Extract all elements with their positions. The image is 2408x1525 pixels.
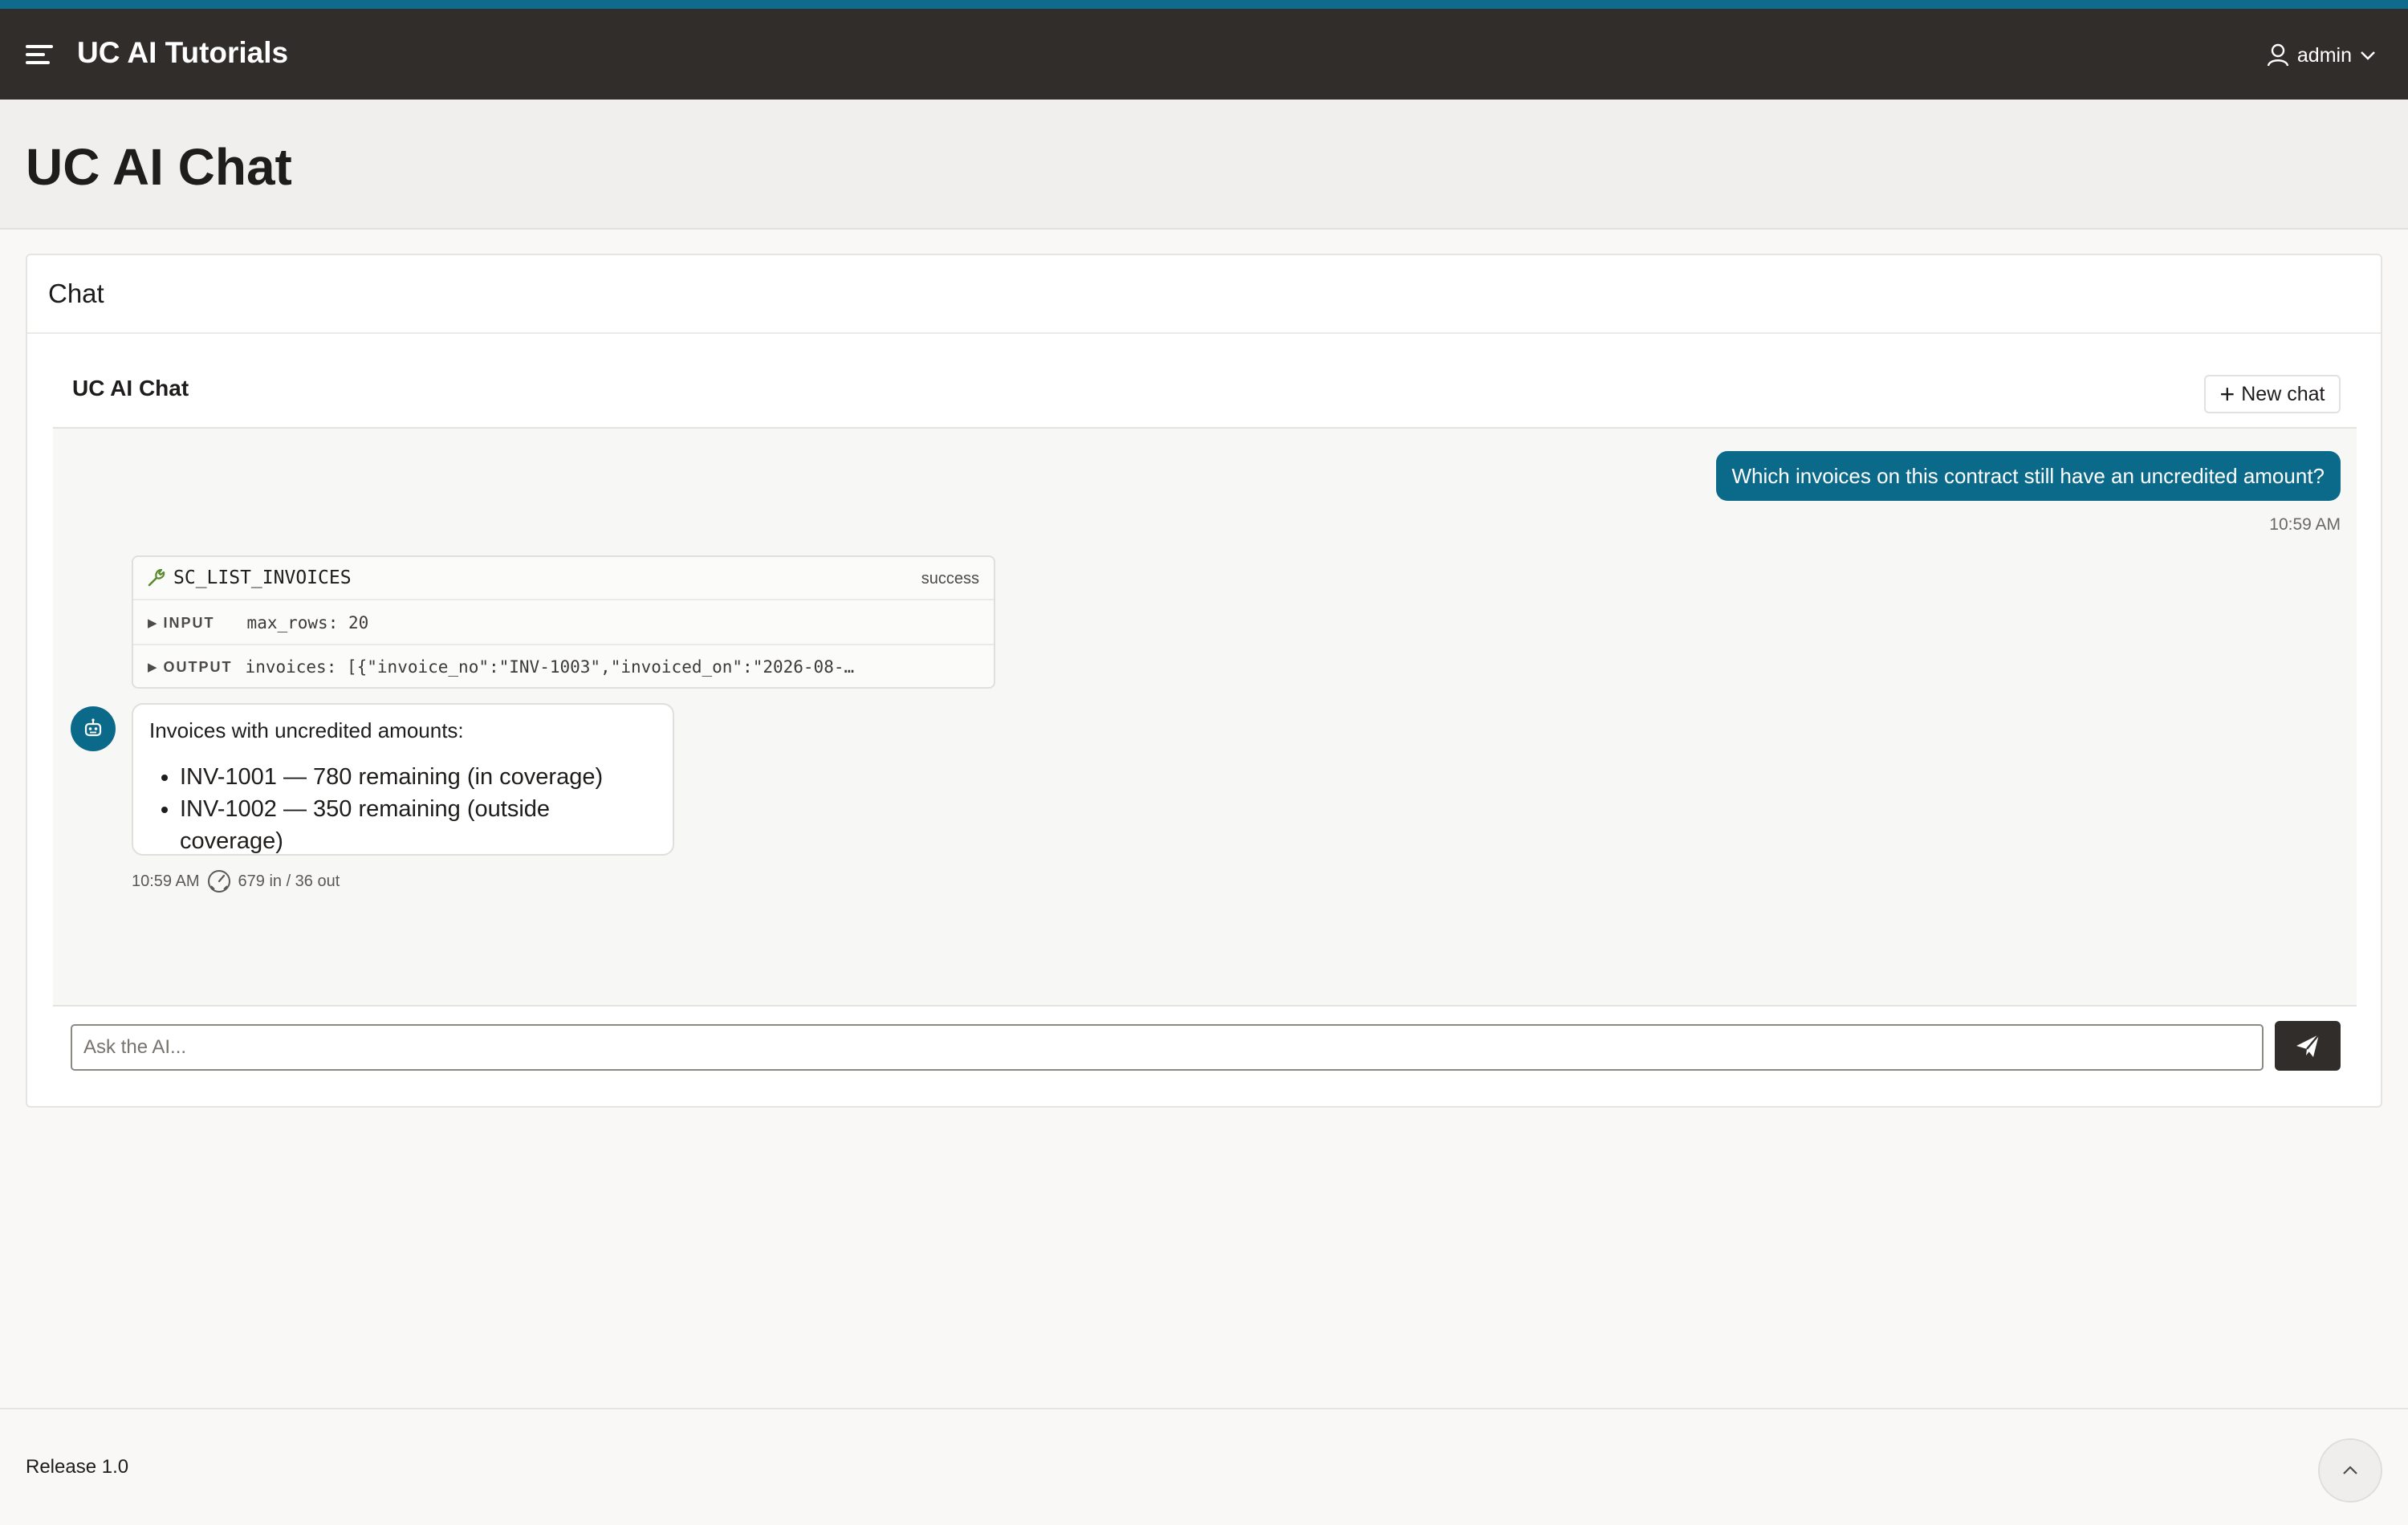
page-footer: Release 1.0: [0, 1408, 2408, 1525]
app-title[interactable]: UC AI Tutorials: [77, 33, 288, 73]
assistant-message: Invoices with uncredited amounts: INV-10…: [132, 703, 674, 856]
page-title-band: UC AI Chat: [0, 100, 2408, 230]
gauge-icon: [207, 870, 230, 893]
assistant-intro: Invoices with uncredited amounts:: [149, 718, 464, 742]
plus-icon: +: [2219, 380, 2235, 409]
page-title: UC AI Chat: [26, 138, 292, 196]
tool-name: SC_LIST_INVOICES: [173, 567, 352, 588]
card-header: Chat: [27, 255, 2381, 334]
card-title: Chat: [48, 279, 104, 308]
chat-title: UC AI Chat: [72, 376, 189, 401]
brand-stripe: [0, 0, 2408, 9]
new-chat-label: New chat: [2241, 382, 2325, 405]
chevron-down-icon: [2361, 51, 2375, 60]
token-usage: 679 in / 36 out: [238, 872, 340, 890]
user-message: Which invoices on this contract still ha…: [1715, 451, 2341, 501]
tool-output-value: invoices: [{"invoice_no":"INV-1003","inv…: [245, 657, 855, 677]
expand-triangle-icon[interactable]: ▶: [148, 660, 157, 674]
assistant-message-time: 10:59 AM: [132, 872, 200, 890]
scroll-to-top-button[interactable]: [2318, 1438, 2382, 1503]
user-menu[interactable]: admin: [2267, 36, 2376, 75]
chat-card: Chat UC AI Chat + New chat Which invoice…: [26, 254, 2382, 1108]
chevron-up-icon: [2343, 1466, 2357, 1474]
tool-output-label[interactable]: OUTPUT: [164, 659, 241, 676]
app-header: UC AI Tutorials admin: [0, 9, 2408, 100]
user-icon: [2267, 43, 2289, 67]
hamburger-icon[interactable]: [26, 43, 53, 67]
release-label: Release 1.0: [26, 1456, 129, 1478]
tool-input-row[interactable]: ▶ INPUT max_rows: 20: [133, 602, 994, 645]
tool-input-value: max_rows: 20: [246, 613, 369, 632]
tool-call-header: SC_LIST_INVOICES success: [133, 557, 994, 600]
tool-output-row[interactable]: ▶ OUTPUT invoices: [{"invoice_no":"INV-1…: [133, 645, 994, 687]
expand-triangle-icon[interactable]: ▶: [148, 616, 157, 630]
assistant-list: INV-1001 — 780 remaining (in coverage) I…: [149, 761, 657, 857]
assistant-meta: 10:59 AM 679 in / 36 out: [132, 868, 340, 894]
new-chat-button[interactable]: + New chat: [2204, 375, 2341, 413]
assistant-avatar: [71, 706, 116, 751]
list-item: INV-1002 — 350 remaining (outside covera…: [180, 793, 657, 857]
list-item: INV-1001 — 780 remaining (in coverage): [180, 761, 657, 793]
send-button[interactable]: [2275, 1021, 2341, 1071]
paper-plane-icon: [2296, 1034, 2320, 1057]
message-list[interactable]: Which invoices on this contract still ha…: [53, 427, 2357, 1007]
tool-input-label[interactable]: INPUT: [164, 615, 220, 632]
robot-icon: [84, 718, 102, 737]
tool-status: success: [921, 570, 979, 588]
tool-call-card: SC_LIST_INVOICES success ▶ INPUT max_row…: [132, 555, 995, 689]
wrench-icon: [148, 568, 165, 587]
user-name: admin: [2296, 43, 2352, 67]
user-message-time: 10:59 AM: [2269, 515, 2341, 534]
chat-input[interactable]: [71, 1024, 2264, 1071]
